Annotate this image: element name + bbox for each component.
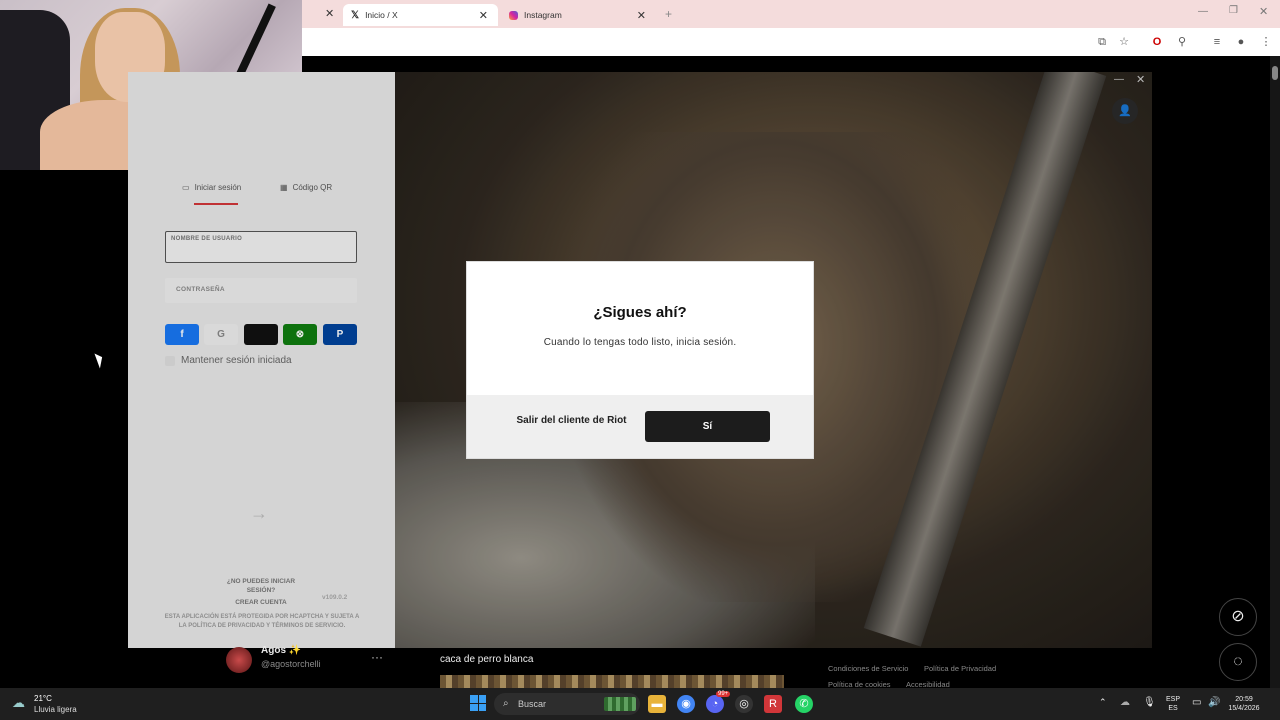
yes-button[interactable]: Sí [645, 411, 770, 442]
dialog-message: Cuando lo tengas todo listo, inicia sesi… [543, 337, 737, 348]
grok-icon[interactable]: ⊘ [1219, 598, 1257, 636]
close-tab-icon[interactable]: ✕ [479, 9, 488, 22]
exit-riot-client-button[interactable]: Salir del cliente de Riot [511, 411, 632, 442]
close-window-icon[interactable]: ✕ [1259, 5, 1268, 18]
more-options-icon[interactable]: ··· [371, 650, 383, 664]
search-icon: ⌕ [503, 698, 509, 709]
mouse-cursor-icon [94, 351, 106, 369]
maximize-window-icon[interactable]: ❐ [1229, 5, 1238, 16]
discord-icon[interactable]: ◔ [706, 695, 724, 713]
windows-start-icon[interactable] [470, 695, 486, 711]
windows-taskbar [0, 688, 1280, 720]
riot-client-icon[interactable]: R [764, 695, 782, 713]
weather-cloud-icon[interactable]: ☁ [12, 695, 25, 711]
install-app-icon[interactable]: ⧉ [1095, 35, 1109, 49]
file-explorer-icon[interactable]: ▬ [648, 695, 666, 713]
network-icon[interactable]: ▭ [1192, 697, 1201, 708]
minimize-window-icon[interactable]: — [1198, 6, 1208, 17]
obs-icon[interactable]: ◎ [735, 695, 753, 713]
user-display-name[interactable]: Agos ✨ [261, 645, 301, 656]
discord-badge: 99+ [716, 691, 731, 697]
bookmark-star-icon[interactable]: ☆ [1117, 35, 1131, 49]
extensions-icon[interactable]: ⚲ [1175, 35, 1189, 49]
clock[interactable]: 20:59 15/4/2026 [1224, 695, 1264, 713]
messages-icon[interactable]: ◌ [1219, 643, 1257, 681]
close-tab-icon[interactable]: ✕ [637, 9, 646, 22]
volume-icon[interactable]: 🔊 [1208, 697, 1220, 708]
menu-kebab-icon[interactable]: ⋮ [1259, 35, 1273, 49]
reading-list-icon[interactable]: ≡ [1210, 35, 1224, 49]
weather-temp[interactable]: 21°C [34, 694, 52, 703]
close-tab-icon[interactable]: ✕ [325, 7, 334, 20]
whatsapp-icon[interactable]: ✆ [795, 695, 813, 713]
privacy-link[interactable]: Política de Privacidad [924, 664, 996, 673]
weather-desc[interactable]: Lluvia ligera [34, 705, 77, 714]
tab-x[interactable]: 𝕏 Inicio / X ✕ [343, 4, 498, 26]
search-highlight-icon [604, 697, 636, 711]
microphone-icon[interactable]: 🎙 [1143, 697, 1156, 708]
chrome-icon[interactable]: ◉ [677, 695, 695, 713]
post-text: caca de perro blanca [440, 654, 534, 665]
terms-link[interactable]: Condiciones de Servicio [828, 664, 908, 673]
page-scrollbar[interactable] [1270, 56, 1280, 688]
avatar[interactable] [226, 647, 252, 673]
tray-chevron-icon[interactable]: ⌃ [1099, 697, 1107, 708]
language-indicator[interactable]: ESP ES [1163, 695, 1183, 713]
instagram-icon [509, 10, 518, 20]
opera-extension-icon[interactable]: O [1150, 35, 1164, 49]
scrollbar-thumb[interactable] [1272, 66, 1278, 80]
x-logo-icon: 𝕏 [351, 9, 360, 21]
browser-toolbar [302, 28, 1280, 56]
tab-instagram[interactable]: Instagram ✕ [501, 4, 656, 26]
onedrive-icon[interactable]: ☁ [1120, 697, 1130, 708]
dialog-title: ¿Sigues ahí? [593, 304, 687, 321]
new-tab-icon[interactable]: + [665, 7, 672, 21]
post-image[interactable] [440, 675, 784, 688]
user-handle: @agostorchelli [261, 659, 321, 669]
profile-avatar-icon[interactable]: ● [1234, 35, 1248, 49]
